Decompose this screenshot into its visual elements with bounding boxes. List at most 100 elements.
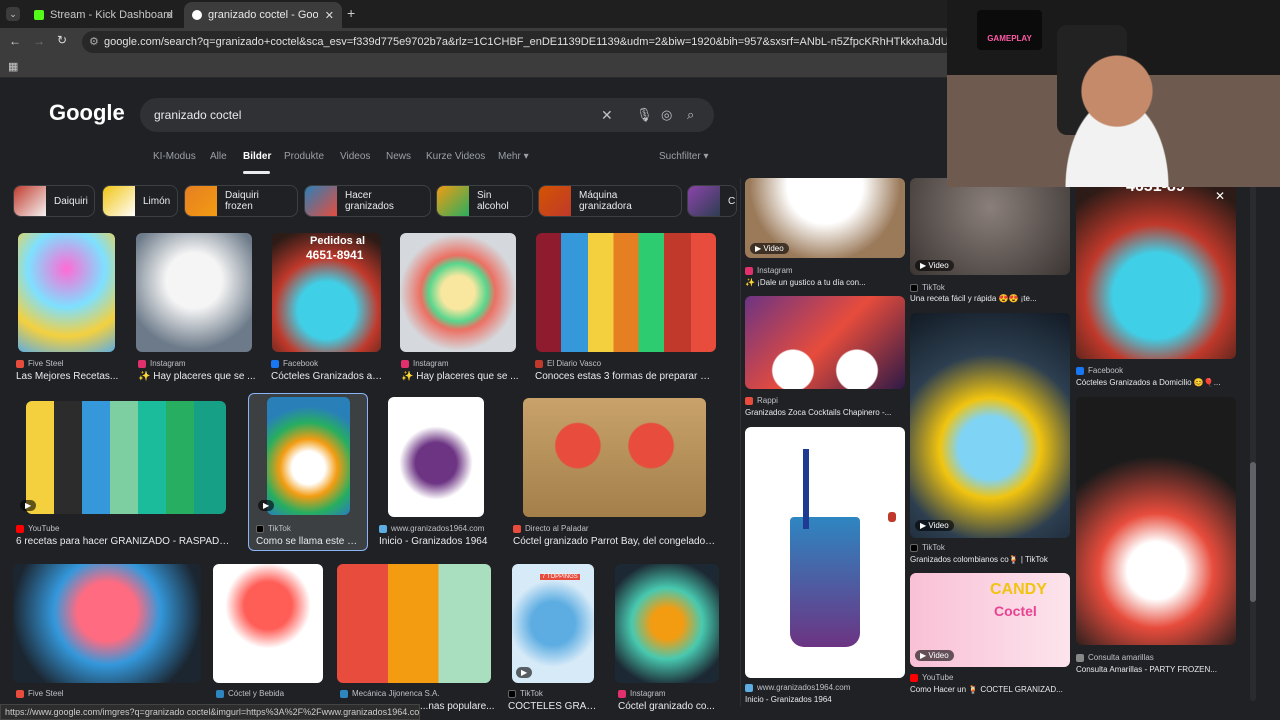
result-source[interactable]: El Diario Vasco: [535, 359, 601, 368]
panel-image[interactable]: [745, 427, 905, 678]
result-caption[interactable]: Cócteles Granizados a ...: [271, 371, 383, 382]
tab-ki-modus[interactable]: KI-Modus: [153, 151, 196, 162]
scrollbar-thumb[interactable]: [1250, 462, 1256, 602]
panel-caption[interactable]: ✨ ¡Dale un gustico a tu día con...: [745, 278, 903, 287]
panel-source[interactable]: TikTok: [910, 543, 945, 552]
panel-source[interactable]: TikTok: [910, 283, 945, 292]
result-caption[interactable]: Cóctel granizado Parrot Bay, del congela…: [513, 536, 718, 547]
result-caption[interactable]: Inicio - Granizados 1964: [379, 536, 499, 547]
panel-caption[interactable]: Cócteles Granizados a Domicilio 😊🎈...: [1076, 378, 1234, 387]
forward-icon[interactable]: →: [33, 34, 45, 48]
result-image[interactable]: [337, 564, 491, 683]
result-image[interactable]: Pedidos al 4651-8941: [272, 233, 381, 352]
result-image[interactable]: [213, 564, 323, 683]
website-icon: [340, 689, 348, 698]
result-source[interactable]: Mecánica Jijonenca S.A.: [340, 689, 440, 698]
panel-source[interactable]: Instagram: [745, 266, 793, 275]
result-image[interactable]: [400, 233, 516, 352]
tab-kick-dashboard[interactable]: Stream - Kick Dashboard ✕: [26, 2, 182, 28]
panel-caption[interactable]: Granizados colombianos co🍹 | TikTok: [910, 555, 1068, 564]
panel-image[interactable]: 4651-89: [1076, 178, 1236, 359]
result-image[interactable]: [18, 233, 115, 352]
apps-icon[interactable]: ▦: [8, 60, 18, 73]
result-image[interactable]: [536, 233, 716, 352]
tab-bilder[interactable]: Bilder: [243, 151, 271, 162]
result-image[interactable]: [267, 397, 350, 515]
chip-more[interactable]: C: [687, 185, 737, 217]
result-source[interactable]: Cóctel y Bebida: [216, 689, 284, 698]
panel-caption[interactable]: Una receta fácil y rápida 😍😍 ¡te...: [910, 294, 1068, 303]
result-caption[interactable]: 6 recetas para hacer GRANIZADO - RASPADO…: [16, 536, 236, 547]
microphone-icon[interactable]: 🎙: [636, 98, 653, 132]
result-caption[interactable]: Las Mejores Recetas...: [16, 371, 121, 382]
panel-image[interactable]: [910, 313, 1070, 538]
site-info-icon[interactable]: ⚙: [89, 31, 99, 53]
rappi-icon: [745, 396, 753, 405]
result-source[interactable]: Instagram: [618, 689, 666, 698]
lens-icon[interactable]: ◎: [661, 98, 672, 132]
chip-hacer-granizados[interactable]: Hacer granizados: [304, 185, 431, 217]
panel-image[interactable]: [1076, 397, 1236, 645]
search-icon[interactable]: ⌕: [687, 98, 694, 132]
tab-kurze-videos[interactable]: Kurze Videos: [426, 151, 485, 162]
tab-search-icon[interactable]: ⌄: [6, 7, 20, 21]
chip-daiquiri-frozen[interactable]: Daiquiri frozen: [184, 185, 298, 217]
panel-source[interactable]: www.granizados1964.com: [745, 683, 850, 692]
scrollbar-track[interactable]: [1250, 185, 1256, 701]
close-icon[interactable]: ✕: [325, 9, 334, 22]
result-source[interactable]: YouTube: [16, 524, 59, 533]
close-icon[interactable]: ✕: [165, 9, 174, 22]
result-source[interactable]: www.granizados1964.com: [379, 524, 484, 533]
panel-source[interactable]: Rappi: [745, 396, 778, 405]
result-caption[interactable]: CÓCTELES GRANIZ...: [508, 701, 600, 712]
tab-mehr[interactable]: Mehr ▾: [498, 151, 529, 162]
result-image[interactable]: [615, 564, 719, 683]
panel-caption[interactable]: Granizados Zoca Cocktails Chapinero -...: [745, 408, 903, 417]
result-image[interactable]: [13, 564, 201, 683]
panel-source[interactable]: Facebook: [1076, 366, 1123, 375]
tab-produkte[interactable]: Produkte: [284, 151, 324, 162]
result-image[interactable]: [26, 401, 226, 514]
tab-alle[interactable]: Alle: [210, 151, 227, 162]
result-caption[interactable]: Cóctel granizado co...: [618, 701, 718, 712]
result-caption[interactable]: Como se llama este p...: [256, 536, 360, 547]
chip-maquina-granizadora[interactable]: Máquina granizadora: [538, 185, 682, 217]
panel-caption[interactable]: Consulta Amarillas - PARTY FROZEN...: [1076, 665, 1234, 674]
result-caption[interactable]: ...nas populare...: [420, 701, 500, 712]
back-icon[interactable]: ←: [9, 34, 21, 48]
result-source[interactable]: Five Steel: [16, 689, 64, 698]
result-image[interactable]: [523, 398, 706, 517]
chip-limon[interactable]: Limón: [102, 185, 178, 217]
result-image[interactable]: [136, 233, 252, 352]
new-tab-button[interactable]: +: [347, 5, 355, 21]
result-source[interactable]: Instagram: [401, 359, 449, 368]
result-source[interactable]: Instagram: [138, 359, 186, 368]
tab-google-search[interactable]: granizado coctel - Google Suche ✕: [184, 2, 342, 28]
clear-icon[interactable]: ✕: [601, 98, 613, 132]
tools-button[interactable]: Suchfilter ▾: [659, 151, 709, 162]
result-source[interactable]: Five Steel: [16, 359, 64, 368]
tab-videos[interactable]: Videos: [340, 151, 370, 162]
result-source[interactable]: TikTok: [256, 524, 291, 533]
result-source[interactable]: Facebook: [271, 359, 318, 368]
chip-sin-alcohol[interactable]: Sin alcohol: [436, 185, 533, 217]
url-field[interactable]: ⚙ google.com/search?q=granizado+coctel&s…: [82, 31, 982, 53]
tab-news[interactable]: News: [386, 151, 411, 162]
result-image[interactable]: 7 TOPPINGS: [512, 564, 594, 683]
result-caption[interactable]: ✨ Hay placeres que se ...: [138, 371, 256, 382]
panel-image[interactable]: [745, 296, 905, 389]
result-image[interactable]: [388, 397, 484, 517]
close-panel-icon[interactable]: ✕: [1215, 189, 1229, 203]
reload-icon[interactable]: ↻: [57, 33, 67, 47]
chip-daiquiri[interactable]: Daiquiri: [13, 185, 95, 217]
panel-source[interactable]: Consulta amarillas: [1076, 653, 1154, 662]
result-source[interactable]: Directo al Paladar: [513, 524, 589, 533]
search-input[interactable]: granizado coctel ✕ 🎙 ◎ ⌕: [140, 98, 714, 132]
panel-caption[interactable]: Inicio - Granizados 1964: [745, 695, 903, 704]
result-caption[interactable]: Conoces estas 3 formas de preparar gr...: [535, 371, 715, 382]
panel-caption[interactable]: Como Hacer un 🍹 COCTEL GRANIZAD...: [910, 685, 1068, 694]
result-caption[interactable]: ✨ Hay placeres que se ...: [401, 371, 519, 382]
panel-source[interactable]: YouTube: [910, 673, 953, 682]
google-logo[interactable]: Google: [49, 100, 125, 126]
result-source[interactable]: TikTok: [508, 689, 543, 698]
